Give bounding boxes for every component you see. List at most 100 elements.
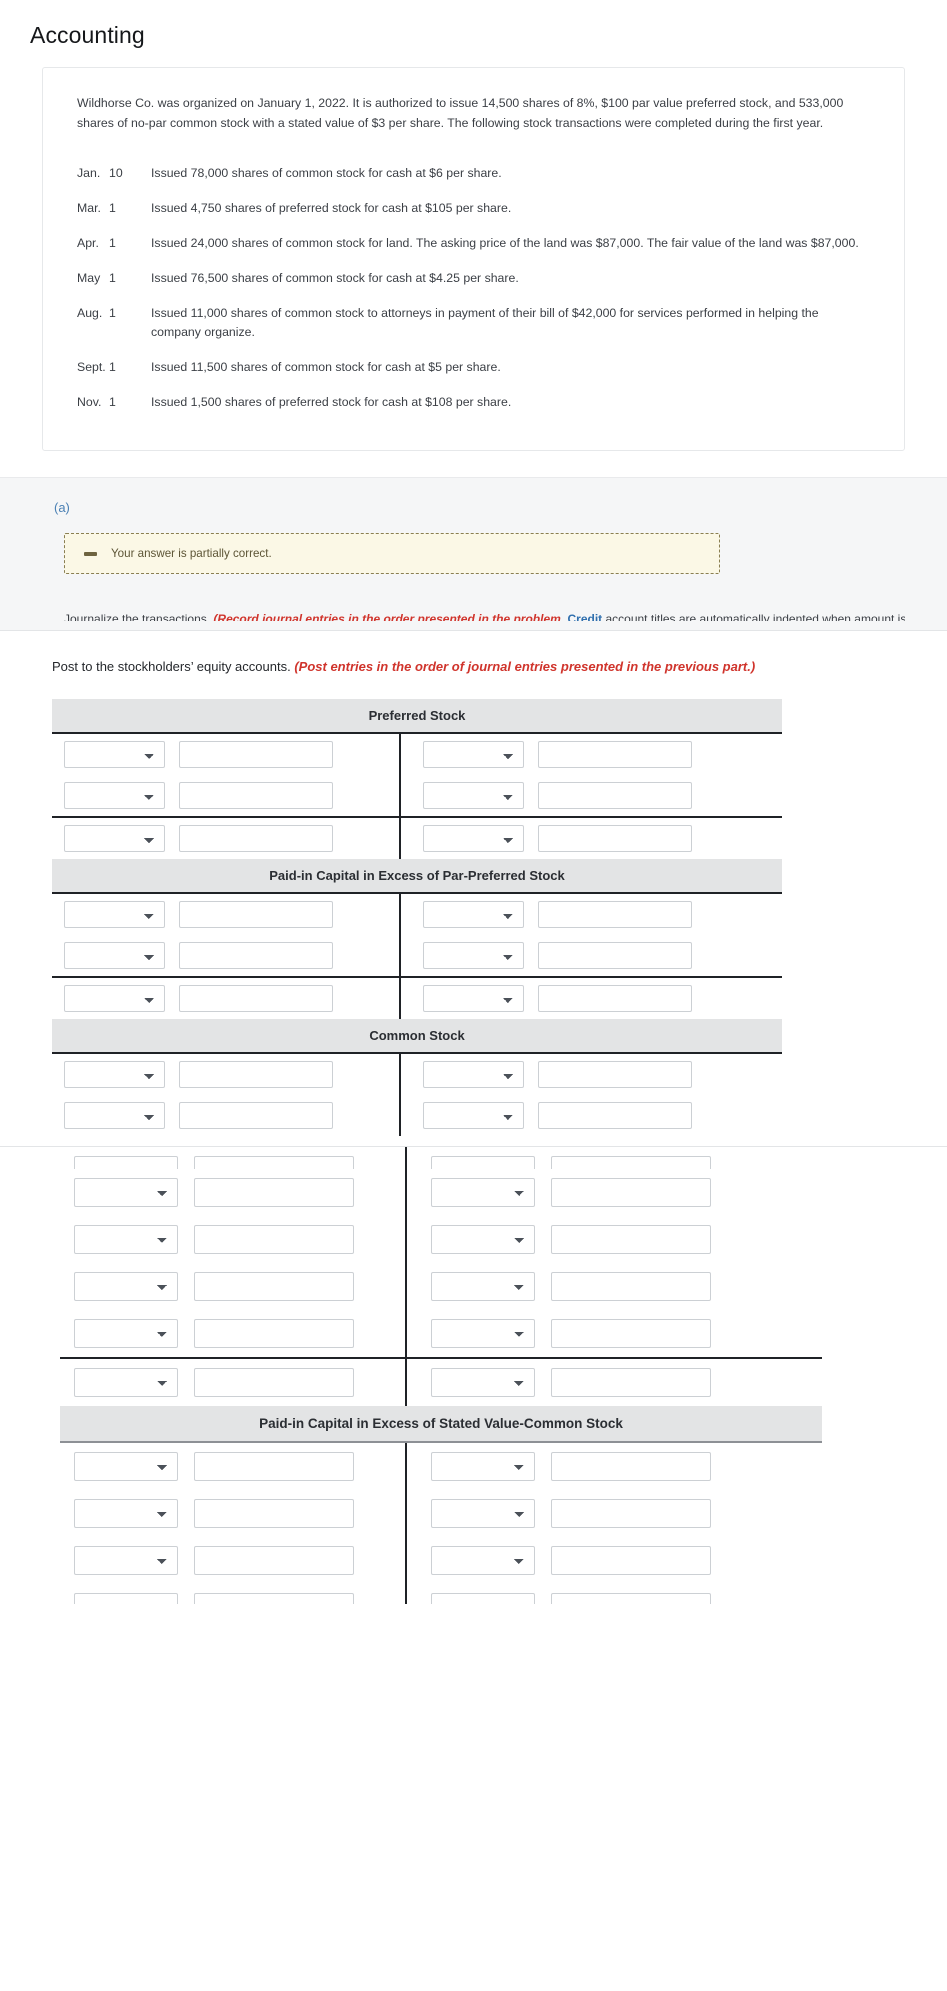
account-select-credit[interactable] xyxy=(431,1271,535,1301)
ledger-total-row xyxy=(60,1359,822,1406)
table-row: May 1 Issued 76,500 shares of common sto… xyxy=(63,261,878,296)
amount-input-credit[interactable] xyxy=(551,1545,711,1575)
transaction-month: Nov. xyxy=(77,395,102,410)
amount-input-credit[interactable] xyxy=(538,1101,692,1129)
credit-side xyxy=(405,1367,750,1397)
amount-input-credit[interactable] xyxy=(551,1177,711,1207)
account-select-debit[interactable] xyxy=(64,740,165,768)
account-select-debit-total[interactable] xyxy=(64,984,165,1012)
account-select-credit[interactable] xyxy=(431,1155,535,1169)
problem-intro: Wildhorse Co. was organized on January 1… xyxy=(77,96,844,130)
account-select-debit[interactable] xyxy=(64,1060,165,1088)
amount-input-debit[interactable] xyxy=(179,1101,333,1129)
account-select-debit[interactable] xyxy=(74,1318,178,1348)
clipped-instruction-after: account titles are automatically indente… xyxy=(605,612,905,622)
account-select-debit[interactable] xyxy=(74,1545,178,1575)
amount-input-debit[interactable] xyxy=(179,740,333,768)
account-select-credit[interactable] xyxy=(431,1592,535,1604)
transactions-table: Jan. 10 Issued 78,000 shares of common s… xyxy=(63,156,878,420)
amount-input-credit-total[interactable] xyxy=(551,1367,711,1397)
credit-side xyxy=(405,1592,750,1604)
account-select-credit[interactable] xyxy=(423,1060,524,1088)
amount-input-debit[interactable] xyxy=(194,1592,354,1604)
account-select-credit-total[interactable] xyxy=(431,1367,535,1397)
amount-input-debit[interactable] xyxy=(179,941,333,969)
account-title: Paid-in Capital in Excess of Stated Valu… xyxy=(60,1405,822,1443)
amount-input-credit-total[interactable] xyxy=(538,824,692,852)
account-select-credit[interactable] xyxy=(423,1101,524,1129)
account-select-debit[interactable] xyxy=(74,1271,178,1301)
amount-input-debit-total[interactable] xyxy=(179,984,333,1012)
amount-input-credit[interactable] xyxy=(551,1155,711,1169)
account-select-credit[interactable] xyxy=(423,781,524,809)
amount-input-debit[interactable] xyxy=(194,1224,354,1254)
amount-input-debit[interactable] xyxy=(179,781,333,809)
account-select-debit[interactable] xyxy=(64,781,165,809)
account-select-debit[interactable] xyxy=(74,1155,178,1169)
account-select-debit[interactable] xyxy=(64,1101,165,1129)
amount-input-credit[interactable] xyxy=(538,781,692,809)
account-select-credit[interactable] xyxy=(423,941,524,969)
account-select-debit[interactable] xyxy=(64,900,165,928)
amount-input-credit[interactable] xyxy=(538,1060,692,1088)
amount-input-debit-total[interactable] xyxy=(194,1367,354,1397)
amount-input-credit[interactable] xyxy=(538,900,692,928)
account-select-credit[interactable] xyxy=(431,1177,535,1207)
account-select-credit[interactable] xyxy=(423,740,524,768)
ledger-row xyxy=(52,775,782,816)
amount-input-debit[interactable] xyxy=(194,1451,354,1481)
amount-input-credit[interactable] xyxy=(551,1451,711,1481)
credit-side xyxy=(405,1177,750,1207)
amount-input-debit[interactable] xyxy=(194,1498,354,1528)
amount-input-credit[interactable] xyxy=(551,1224,711,1254)
amount-input-credit[interactable] xyxy=(551,1498,711,1528)
alert-clip-region: Your answer is partially correct. xyxy=(42,533,905,608)
table-row: Apr. 1 Issued 24,000 shares of common st… xyxy=(63,226,878,261)
transaction-description: Issued 11,500 shares of common stock for… xyxy=(151,360,501,375)
amount-input-debit[interactable] xyxy=(194,1271,354,1301)
account-select-credit-total[interactable] xyxy=(423,984,524,1012)
account-select-debit[interactable] xyxy=(74,1224,178,1254)
account-select-debit[interactable] xyxy=(74,1592,178,1604)
account-select-debit[interactable] xyxy=(64,941,165,969)
account-select-credit[interactable] xyxy=(431,1498,535,1528)
account-select-credit[interactable] xyxy=(423,900,524,928)
amount-input-credit-total[interactable] xyxy=(538,984,692,1012)
amount-input-debit-total[interactable] xyxy=(179,824,333,852)
amount-input-debit[interactable] xyxy=(179,1060,333,1088)
amount-input-credit[interactable] xyxy=(538,941,692,969)
account-total-body xyxy=(60,1358,822,1406)
credit-side xyxy=(399,941,746,969)
ledger-instruction: Post to the stockholders’ equity account… xyxy=(42,631,905,699)
account-select-debit[interactable] xyxy=(74,1498,178,1528)
account-select-debit-total[interactable] xyxy=(64,824,165,852)
amount-input-debit[interactable] xyxy=(194,1155,354,1169)
account-select-debit[interactable] xyxy=(74,1177,178,1207)
transaction-description: Issued 78,000 shares of common stock for… xyxy=(151,165,502,180)
transaction-description: Issued 11,000 shares of common stock to … xyxy=(151,306,819,340)
account-select-credit[interactable] xyxy=(431,1224,535,1254)
account-body-clipped-top xyxy=(60,1146,822,1169)
transaction-description: Issued 76,500 shares of common stock for… xyxy=(151,270,519,285)
amount-input-credit[interactable] xyxy=(551,1271,711,1301)
account-select-credit-total[interactable] xyxy=(423,824,524,852)
amount-input-credit[interactable] xyxy=(551,1592,711,1604)
amount-input-credit[interactable] xyxy=(551,1318,711,1348)
account-select-debit-total[interactable] xyxy=(74,1367,178,1397)
account-select-credit[interactable] xyxy=(431,1451,535,1481)
amount-input-debit[interactable] xyxy=(179,900,333,928)
transaction-day: 1 xyxy=(109,360,116,375)
amount-input-debit[interactable] xyxy=(194,1177,354,1207)
t-account-preferred-stock: Preferred Stock xyxy=(52,698,782,859)
amount-input-debit[interactable] xyxy=(194,1545,354,1575)
ledger-row xyxy=(60,1147,822,1169)
amount-input-debit[interactable] xyxy=(194,1318,354,1348)
account-select-debit[interactable] xyxy=(74,1451,178,1481)
debit-side xyxy=(60,1451,405,1481)
account-select-credit[interactable] xyxy=(431,1318,535,1348)
account-select-credit[interactable] xyxy=(431,1545,535,1575)
amount-input-credit[interactable] xyxy=(538,740,692,768)
account-total-body xyxy=(52,817,782,859)
transaction-day: 1 xyxy=(109,270,116,285)
transaction-day: 10 xyxy=(109,165,123,180)
